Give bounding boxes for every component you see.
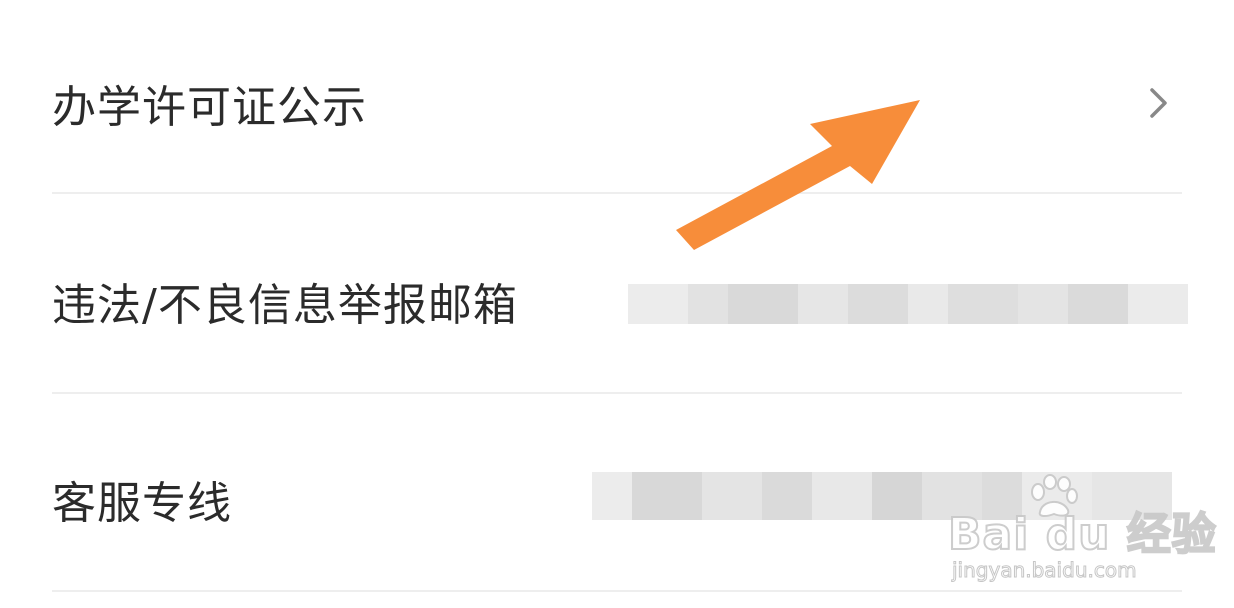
- divider: [52, 590, 1182, 592]
- watermark: Bai du 经验 jingyan.baidu.com: [938, 474, 1217, 588]
- row-license-notice[interactable]: 办学许可证公示: [52, 70, 1182, 136]
- pointer-arrow-icon: [676, 100, 920, 250]
- row-label: 办学许可证公示: [52, 82, 367, 133]
- row-label: 客服专线: [52, 478, 232, 529]
- blurred-email-value: [628, 282, 1188, 326]
- divider: [52, 192, 1182, 194]
- row-label: 违法/不良信息举报邮箱: [52, 280, 518, 331]
- watermark-url: jingyan.baidu.com: [952, 558, 1138, 583]
- chevron-right-icon: [1150, 88, 1167, 118]
- divider: [52, 392, 1182, 394]
- settings-page: 办学许可证公示 违法/不良信息举报邮箱 客服专线 Bai du 经验 jingy…: [0, 0, 1234, 608]
- watermark-brand: Bai du 经验: [947, 508, 1217, 561]
